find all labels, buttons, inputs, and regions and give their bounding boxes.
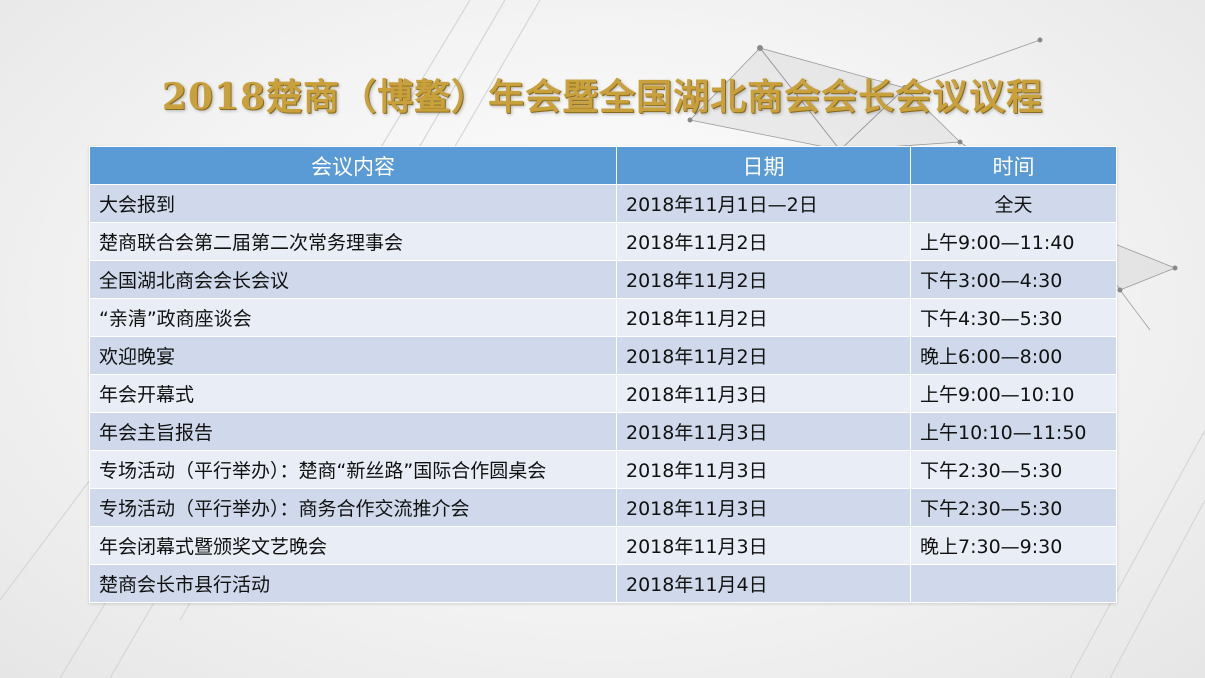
cell-content: 楚商联合会第二届第二次常务理事会 <box>89 222 617 261</box>
table-row: 欢迎晚宴 2018年11月2日 晚上6:00—8:00 <box>89 336 1117 375</box>
cell-date: 2018年11月2日 <box>616 336 911 375</box>
table-row: 年会闭幕式暨颁奖文艺晚会 2018年11月3日 晚上7:30—9:30 <box>89 526 1117 565</box>
cell-content: 全国湖北商会会长会议 <box>89 260 617 299</box>
cell-time: 下午3:00—4:30 <box>910 260 1117 299</box>
cell-content: 年会主旨报告 <box>89 412 617 451</box>
cell-time: 上午9:00—11:40 <box>910 222 1117 261</box>
cell-content: 欢迎晚宴 <box>89 336 617 375</box>
cell-date: 2018年11月3日 <box>616 488 911 527</box>
cell-content: 大会报到 <box>89 184 617 223</box>
cell-date: 2018年11月2日 <box>616 298 911 337</box>
cell-content: 楚商会长市县行活动 <box>89 564 617 603</box>
agenda-table: 会议内容 日期 时间 大会报到 2018年11月1日—2日 全天 楚商联合会第二… <box>89 146 1117 603</box>
cell-time: 晚上6:00—8:00 <box>910 336 1117 375</box>
cell-date: 2018年11月3日 <box>616 374 911 413</box>
table-row: 楚商会长市县行活动 2018年11月4日 <box>89 564 1117 603</box>
cell-content: 专场活动（平行举办）：商务合作交流推介会 <box>89 488 617 527</box>
table-row: 专场活动（平行举办）：楚商“新丝路”国际合作圆桌会 2018年11月3日 下午2… <box>89 450 1117 489</box>
table-row: 楚商联合会第二届第二次常务理事会 2018年11月2日 上午9:00—11:40 <box>89 222 1117 261</box>
table-row: 年会开幕式 2018年11月3日 上午9:00—10:10 <box>89 374 1117 413</box>
header-content: 会议内容 <box>89 146 617 185</box>
cell-date: 2018年11月3日 <box>616 412 911 451</box>
cell-date: 2018年11月4日 <box>616 564 911 603</box>
cell-content: 年会开幕式 <box>89 374 617 413</box>
cell-date: 2018年11月3日 <box>616 526 911 565</box>
cell-time: 下午2:30—5:30 <box>910 450 1117 489</box>
header-time: 时间 <box>910 146 1117 185</box>
table-row: 大会报到 2018年11月1日—2日 全天 <box>89 184 1117 223</box>
table-row: 年会主旨报告 2018年11月3日 上午10:10—11:50 <box>89 412 1117 451</box>
cell-time: 上午9:00—10:10 <box>910 374 1117 413</box>
cell-content: “亲清”政商座谈会 <box>89 298 617 337</box>
cell-time: 下午4:30—5:30 <box>910 298 1117 337</box>
cell-date: 2018年11月2日 <box>616 260 911 299</box>
cell-date: 2018年11月3日 <box>616 450 911 489</box>
page-title: 2018楚商（博鳌）年会暨全国湖北商会会长会议议程 <box>161 76 1044 118</box>
table-row: 专场活动（平行举办）：商务合作交流推介会 2018年11月3日 下午2:30—5… <box>89 488 1117 527</box>
table-header-row: 会议内容 日期 时间 <box>89 146 1117 185</box>
cell-time: 全天 <box>910 184 1117 223</box>
cell-time <box>910 564 1117 603</box>
cell-time: 下午2:30—5:30 <box>910 488 1117 527</box>
cell-time: 晚上7:30—9:30 <box>910 526 1117 565</box>
cell-content: 专场活动（平行举办）：楚商“新丝路”国际合作圆桌会 <box>89 450 617 489</box>
table-row: “亲清”政商座谈会 2018年11月2日 下午4:30—5:30 <box>89 298 1117 337</box>
cell-date: 2018年11月2日 <box>616 222 911 261</box>
header-date: 日期 <box>616 146 911 185</box>
cell-date: 2018年11月1日—2日 <box>616 184 911 223</box>
cell-time: 上午10:10—11:50 <box>910 412 1117 451</box>
cell-content: 年会闭幕式暨颁奖文艺晚会 <box>89 526 617 565</box>
table-row: 全国湖北商会会长会议 2018年11月2日 下午3:00—4:30 <box>89 260 1117 299</box>
